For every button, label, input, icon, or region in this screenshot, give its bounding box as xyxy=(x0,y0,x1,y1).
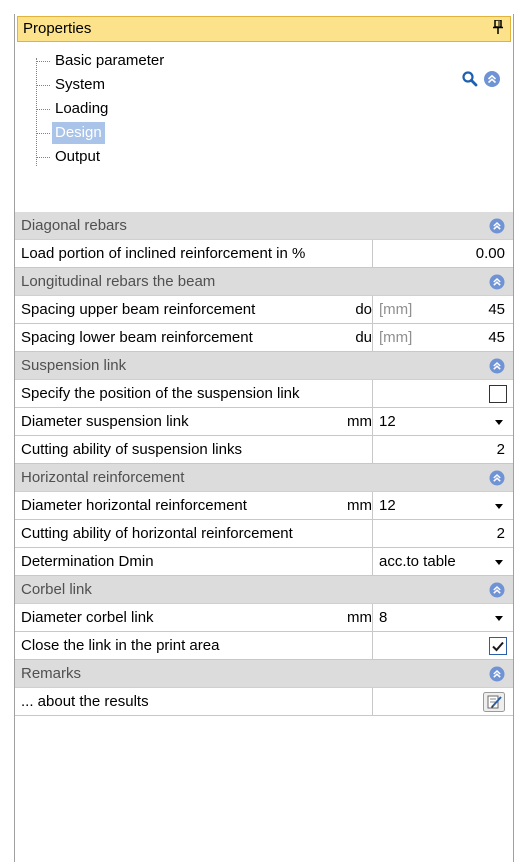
unit-mm: mm xyxy=(347,413,372,430)
diameter-suspension-select[interactable]: 12 xyxy=(379,408,396,436)
navigation-tree: Basic parameter System Loading Design Ou… xyxy=(15,46,511,214)
row-cutting-horizontal[interactable]: Cutting ability of horizontal reinforcem… xyxy=(15,520,513,548)
edit-note-icon[interactable] xyxy=(483,692,505,712)
panel-title: Properties xyxy=(23,20,92,37)
diameter-corbel-select[interactable]: 8 xyxy=(379,604,387,632)
property-grid: Diagonal rebars Load portion of inclined… xyxy=(15,212,513,716)
unit-mm: mm xyxy=(347,497,372,514)
tree-connector xyxy=(36,58,37,166)
pin-icon[interactable] xyxy=(492,19,504,37)
close-link-checkbox[interactable] xyxy=(489,637,507,655)
dropdown-arrow-icon[interactable] xyxy=(495,504,503,509)
cutting-horizontal-value[interactable]: 2 xyxy=(497,520,505,548)
spacing-lower-value[interactable]: 45 xyxy=(488,324,505,352)
row-load-portion[interactable]: Load portion of inclined reinforcement i… xyxy=(15,240,513,268)
unit-label: [mm] xyxy=(379,301,413,318)
row-about-results[interactable]: ... about the results xyxy=(15,688,513,716)
unit-mm: mm xyxy=(347,609,372,626)
load-portion-value[interactable]: 0.00 xyxy=(476,240,505,268)
collapse-section-icon[interactable] xyxy=(489,218,505,234)
properties-panel: Properties Basic parameter System Loadin… xyxy=(14,14,514,862)
row-spacing-lower[interactable]: Spacing lower beam reinforcement du [mm]… xyxy=(15,324,513,352)
cutting-suspension-value[interactable]: 2 xyxy=(497,436,505,464)
properties-title-bar: Properties xyxy=(17,16,511,42)
section-diagonal-rebars[interactable]: Diagonal rebars xyxy=(15,212,513,240)
section-horizontal-reinforcement[interactable]: Horizontal reinforcement xyxy=(15,464,513,492)
section-longitudinal-rebars[interactable]: Longitudinal rebars the beam xyxy=(15,268,513,296)
symbol-do: do xyxy=(355,301,372,318)
row-diameter-suspension[interactable]: Diameter suspension link mm 12 xyxy=(15,408,513,436)
row-diameter-horizontal[interactable]: Diameter horizontal reinforcement mm 12 xyxy=(15,492,513,520)
section-remarks[interactable]: Remarks xyxy=(15,660,513,688)
double-chevron-up-icon[interactable] xyxy=(483,70,501,88)
section-suspension-link[interactable]: Suspension link xyxy=(15,352,513,380)
row-spacing-upper[interactable]: Spacing upper beam reinforcement do [mm]… xyxy=(15,296,513,324)
row-determination-dmin[interactable]: Determination Dmin acc.to table xyxy=(15,548,513,576)
dropdown-arrow-icon[interactable] xyxy=(495,616,503,621)
row-cutting-suspension[interactable]: Cutting ability of suspension links 2 xyxy=(15,436,513,464)
dropdown-arrow-icon[interactable] xyxy=(495,420,503,425)
tree-tools xyxy=(461,70,501,90)
checkmark-icon xyxy=(492,641,504,652)
search-icon[interactable] xyxy=(461,70,479,88)
row-close-link[interactable]: Close the link in the print area xyxy=(15,632,513,660)
row-diameter-corbel[interactable]: Diameter corbel link mm 8 xyxy=(15,604,513,632)
unit-label: [mm] xyxy=(379,329,413,346)
dropdown-arrow-icon[interactable] xyxy=(495,560,503,565)
specify-position-checkbox[interactable] xyxy=(489,385,507,403)
collapse-section-icon[interactable] xyxy=(489,274,505,290)
collapse-section-icon[interactable] xyxy=(489,582,505,598)
symbol-du: du xyxy=(355,329,372,346)
diameter-horizontal-select[interactable]: 12 xyxy=(379,492,396,520)
section-corbel-link[interactable]: Corbel link xyxy=(15,576,513,604)
spacing-upper-value[interactable]: 45 xyxy=(488,296,505,324)
dmin-select[interactable]: acc.to table xyxy=(379,548,456,576)
collapse-section-icon[interactable] xyxy=(489,470,505,486)
row-specify-position[interactable]: Specify the position of the suspension l… xyxy=(15,380,513,408)
collapse-section-icon[interactable] xyxy=(489,358,505,374)
collapse-section-icon[interactable] xyxy=(489,666,505,682)
